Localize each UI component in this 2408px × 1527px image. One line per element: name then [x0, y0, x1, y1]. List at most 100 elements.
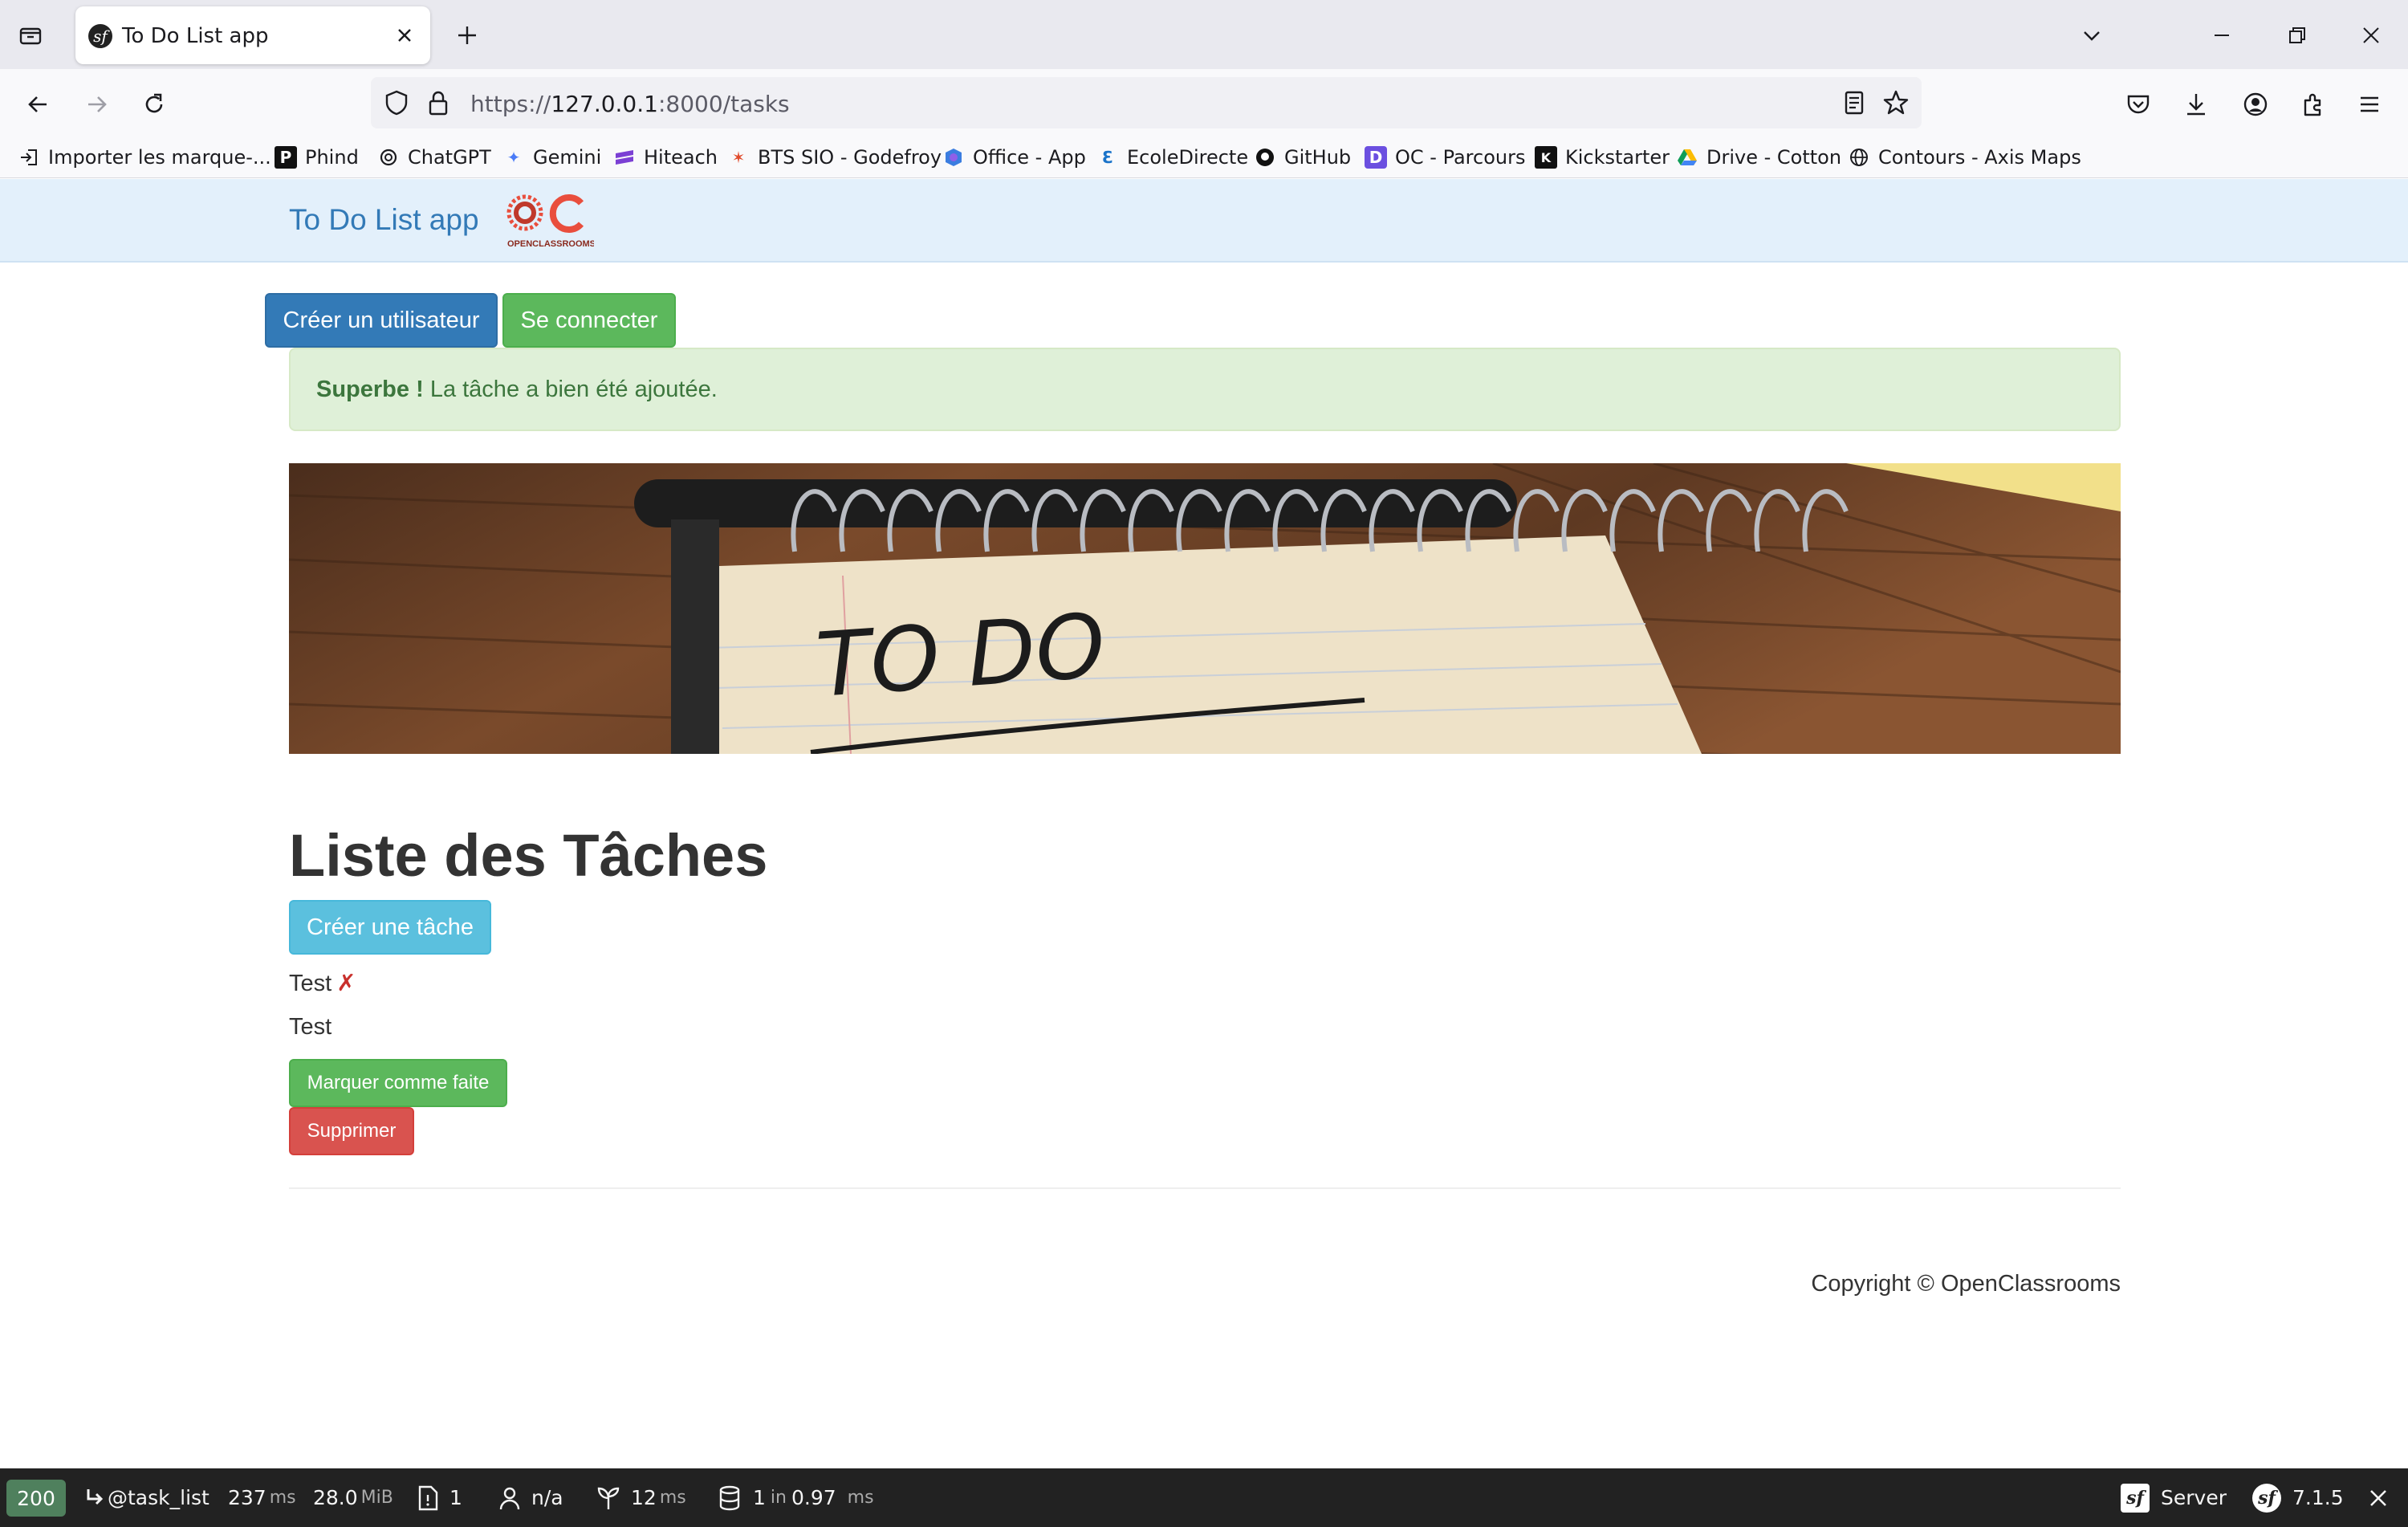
database-panel[interactable]: 1 in 0.97 ms	[718, 1468, 874, 1527]
bookmark-label: EcoleDirecte	[1127, 146, 1249, 169]
page-title: Liste des Tâches	[289, 822, 768, 889]
server-panel[interactable]: sf Server	[2121, 1468, 2227, 1527]
security-panel[interactable]: n/a	[498, 1468, 563, 1527]
web-page: To Do List app OPENCLASSROOMS Créer un u…	[0, 179, 2408, 1468]
back-arrow-icon[interactable]	[19, 85, 58, 124]
bookmark-hiteach[interactable]: Hiteach	[613, 143, 718, 172]
bookmark-drive[interactable]: Drive - Cotton	[1676, 143, 1841, 172]
restore-icon[interactable]	[2280, 18, 2315, 53]
openclassrooms-logo: OPENCLASSROOMS	[506, 194, 594, 249]
task-title-link[interactable]: Test	[289, 971, 332, 996]
bookmark-label: Phind	[305, 146, 359, 169]
url-host: 127.0.0.1	[551, 91, 658, 117]
task-content: Test	[289, 1014, 332, 1040]
db-in-text: in	[770, 1488, 787, 1508]
lock-icon[interactable]	[424, 88, 453, 121]
bookmark-office[interactable]: Office - App	[942, 143, 1086, 172]
time-panel[interactable]: 237 ms	[228, 1468, 296, 1527]
user-value: n/a	[531, 1486, 563, 1509]
alert-message: La tâche a bien été ajoutée.	[429, 377, 718, 402]
route-name: @task_list	[108, 1486, 209, 1509]
bookmark-import[interactable]: Importer les marque-...	[18, 143, 271, 172]
bookmark-github[interactable]: GitHub	[1254, 143, 1351, 172]
account-icon[interactable]	[2236, 85, 2275, 124]
server-label: Server	[2161, 1486, 2227, 1509]
bookmark-label: Office - App	[973, 146, 1086, 169]
hiteach-icon	[613, 146, 636, 169]
close-toolbar-icon[interactable]	[2368, 1468, 2389, 1527]
menu-icon[interactable]	[2350, 85, 2389, 124]
login-button[interactable]: Se connecter	[502, 293, 676, 348]
tracking-shield-icon[interactable]	[382, 88, 411, 121]
route-panel[interactable]: @task_list	[83, 1468, 209, 1527]
database-icon	[719, 1485, 740, 1510]
reader-view-icon[interactable]	[1840, 88, 1869, 121]
bookmark-ecoledirecte[interactable]: Ɛ EcoleDirecte	[1096, 143, 1248, 172]
bookmark-contours[interactable]: Contours - Axis Maps	[1848, 143, 2081, 172]
db-time-value: 0.97	[791, 1486, 836, 1509]
create-task-button[interactable]: Créer une tâche	[289, 900, 491, 955]
twig-panel[interactable]: 12 ms	[594, 1468, 686, 1527]
url-bar[interactable]: https://127.0.0.1:8000/tasks	[371, 77, 1922, 128]
bts-icon: ✶	[731, 148, 746, 167]
symfony-version: 7.1.5	[2292, 1486, 2344, 1509]
window-close-icon[interactable]	[2353, 18, 2389, 53]
db-query-count: 1	[753, 1486, 766, 1509]
requests-panel[interactable]: 1	[416, 1468, 462, 1527]
time-unit: ms	[269, 1488, 296, 1508]
user-icon	[499, 1487, 520, 1509]
bookmark-gemini[interactable]: ✦ Gemini	[502, 143, 602, 172]
minimize-icon[interactable]	[2204, 18, 2239, 53]
requests-count: 1	[449, 1486, 462, 1509]
bookmark-star-icon[interactable]	[1881, 88, 1910, 121]
bookmark-kickstarter[interactable]: K Kickstarter	[1535, 143, 1670, 172]
bookmark-oc-parcours[interactable]: D OC - Parcours	[1365, 143, 1525, 172]
todo-hero-image: TO DO	[289, 463, 2121, 754]
pocket-icon[interactable]	[2119, 85, 2158, 124]
bookmark-bts[interactable]: ✶ BTS SIO - Godefroy	[727, 143, 942, 172]
gemini-icon: ✦	[506, 148, 521, 167]
bookmark-chatgpt[interactable]: ChatGPT	[377, 143, 491, 172]
import-icon	[18, 146, 40, 169]
bookmark-label: Hiteach	[644, 146, 718, 169]
bookmark-label: Kickstarter	[1565, 146, 1670, 169]
bookmark-phind[interactable]: P Phind	[275, 143, 359, 172]
extensions-icon[interactable]	[2294, 85, 2333, 124]
app-brand-link[interactable]: To Do List app	[289, 203, 479, 237]
delete-task-button[interactable]: Supprimer	[289, 1107, 414, 1155]
tab-list-icon[interactable]	[14, 19, 47, 51]
tab-title: To Do List app	[122, 24, 269, 48]
footer-divider	[289, 1187, 2121, 1189]
task-title: Test ✗	[289, 969, 356, 997]
active-tab[interactable]: sf To Do List app	[75, 6, 430, 64]
kickstarter-icon: K	[1535, 146, 1557, 169]
bookmark-label: GitHub	[1284, 146, 1352, 169]
footer-copyright: Copyright © OpenClassrooms	[1811, 1271, 2121, 1297]
bookmark-label: ChatGPT	[408, 146, 491, 169]
forward-arrow-icon[interactable]	[77, 85, 116, 124]
tab-strip: sf To Do List app	[0, 0, 2408, 69]
symfony-version-panel[interactable]: sf 7.1.5	[2252, 1468, 2344, 1527]
url-text[interactable]: https://127.0.0.1:8000/tasks	[470, 91, 790, 117]
twig-time-value: 12	[631, 1486, 657, 1509]
downloads-icon[interactable]	[2177, 85, 2215, 124]
create-user-button[interactable]: Créer un utilisateur	[265, 293, 498, 348]
new-tab-icon[interactable]	[451, 19, 483, 51]
mark-done-button[interactable]: Marquer comme faite	[289, 1059, 507, 1107]
symfony-server-icon: sf	[2121, 1483, 2150, 1513]
app-navbar: To Do List app OPENCLASSROOMS	[0, 179, 2408, 263]
db-time-unit: ms	[847, 1488, 874, 1508]
memory-panel[interactable]: 28.0 MiB	[313, 1468, 393, 1527]
http-status-badge[interactable]: 200	[6, 1480, 66, 1517]
github-icon	[1254, 146, 1276, 169]
task-not-done-icon: ✗	[336, 971, 356, 996]
reload-icon[interactable]	[135, 85, 173, 124]
navigation-bar: https://127.0.0.1:8000/tasks	[0, 69, 2408, 138]
chatgpt-icon	[377, 146, 400, 169]
bookmark-label: Drive - Cotton	[1706, 146, 1842, 169]
route-arrow-icon	[87, 1488, 104, 1505]
tab-overflow-chevron-icon[interactable]	[2074, 18, 2109, 53]
bookmark-label: BTS SIO - Godefroy	[758, 146, 942, 169]
symfony-favicon-icon: sf	[88, 24, 112, 48]
close-tab-icon[interactable]	[392, 22, 417, 48]
